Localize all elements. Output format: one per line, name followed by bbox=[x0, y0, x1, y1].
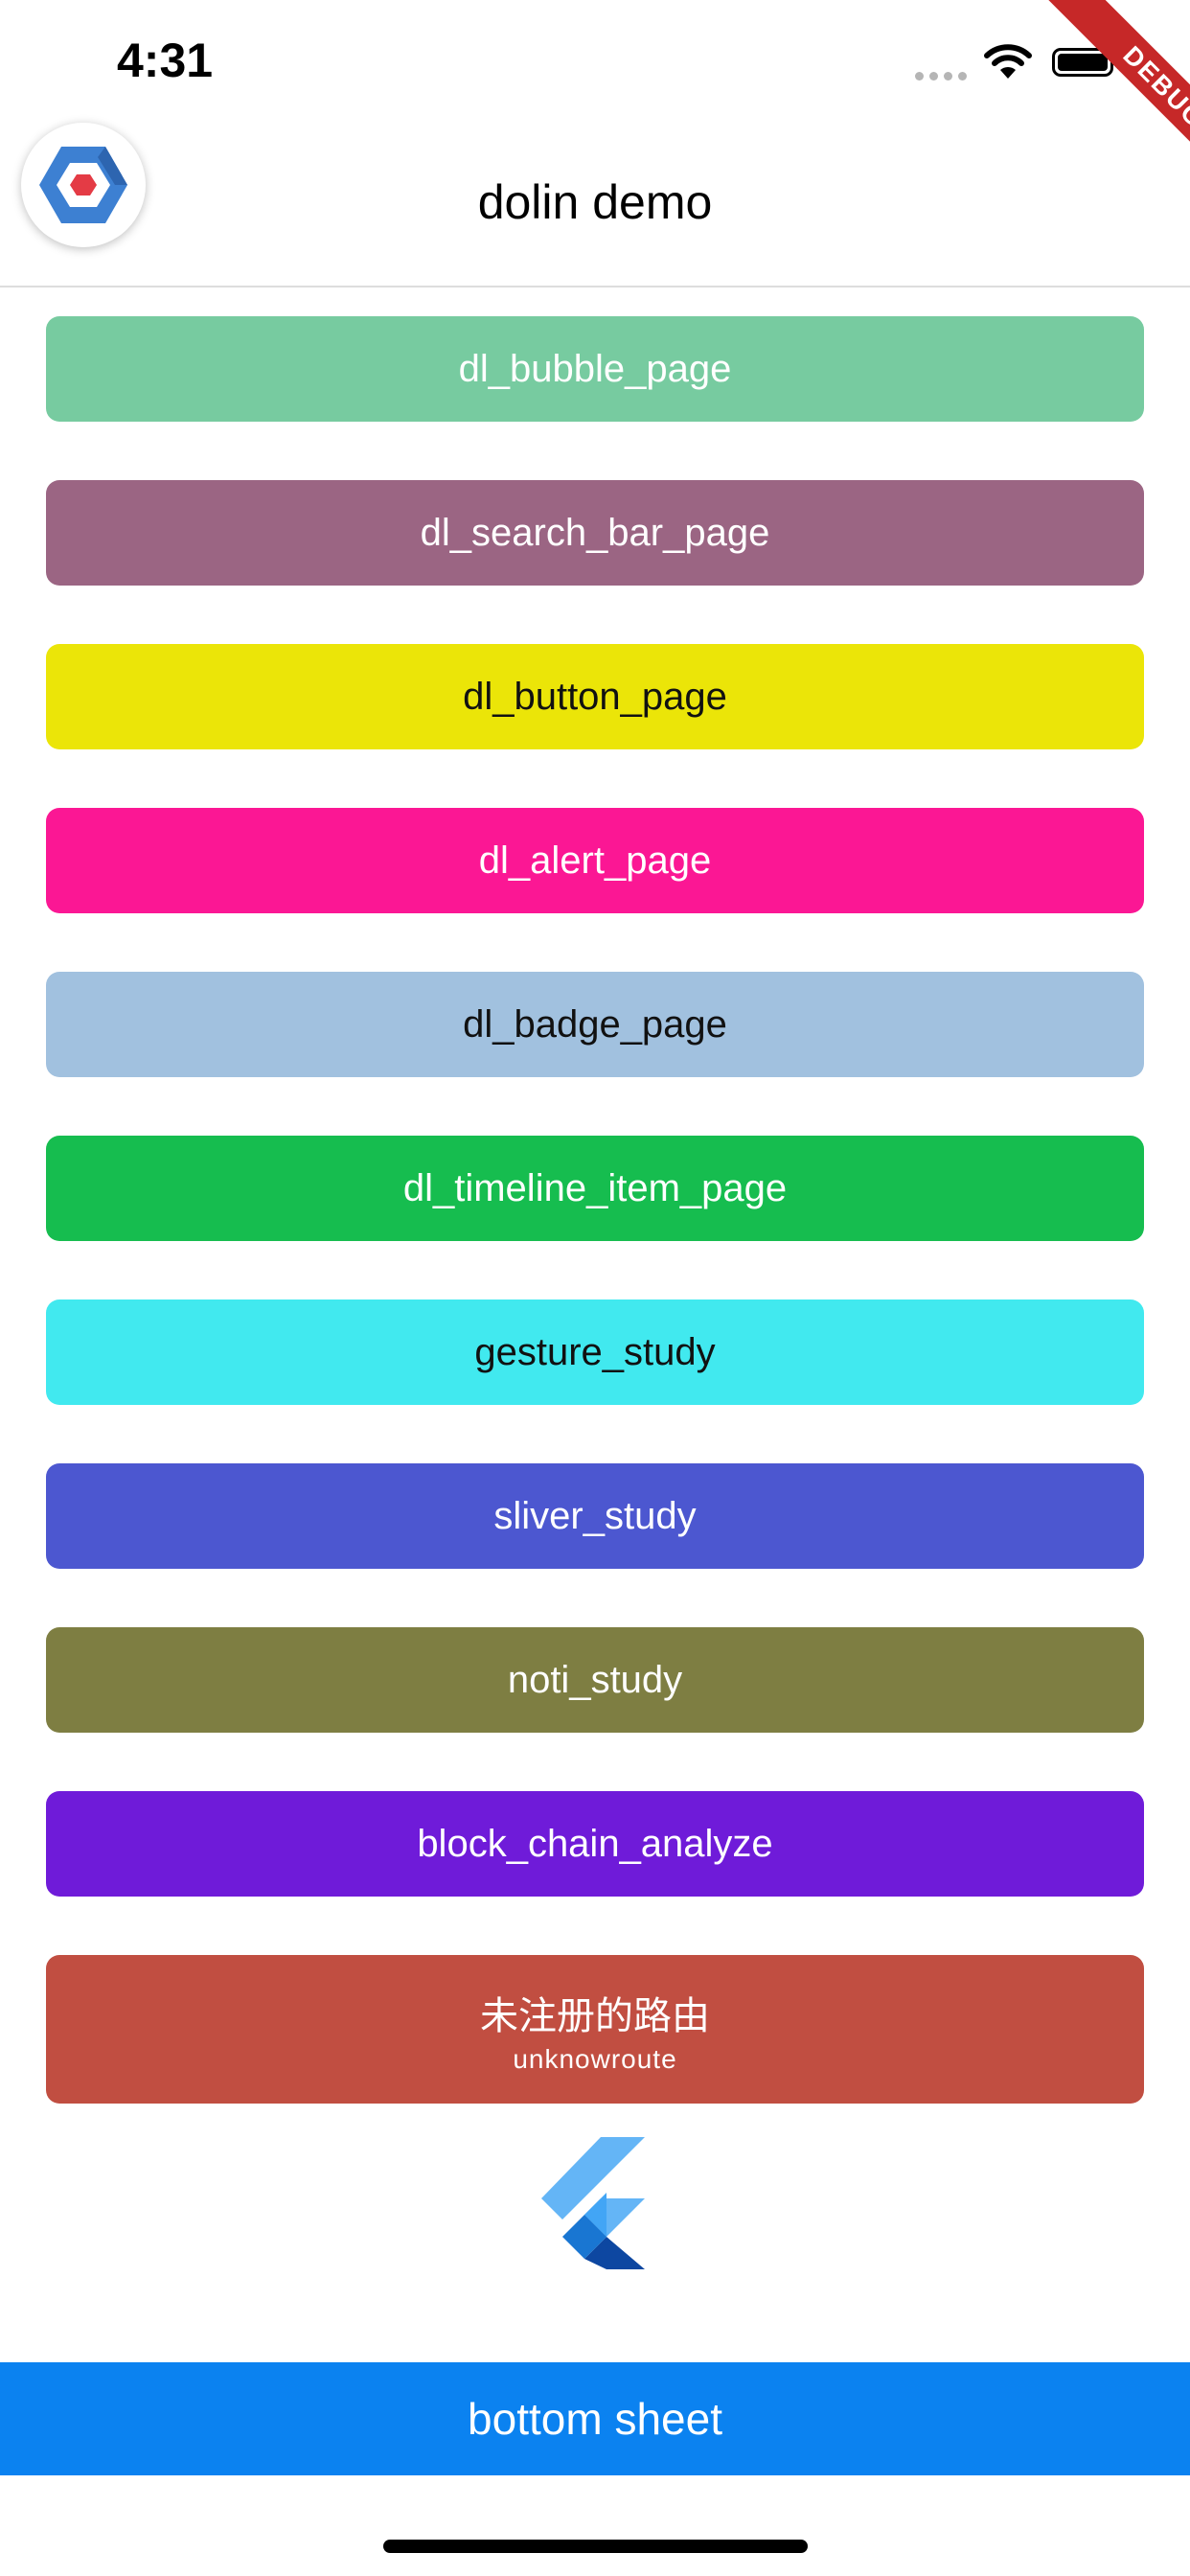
home-indicator[interactable] bbox=[383, 2540, 808, 2553]
wifi-icon bbox=[984, 44, 1032, 79]
demo-route-list: dl_bubble_page dl_search_bar_page dl_butto… bbox=[46, 316, 1144, 2162]
page-title: dolin demo bbox=[477, 175, 713, 229]
route-button-label: dl_button_page bbox=[463, 675, 727, 718]
route-button-label: dl_search_bar_page bbox=[420, 511, 770, 554]
route-button-label: gesture_study bbox=[474, 1330, 716, 1373]
route-button-dl-bubble-page[interactable]: dl_bubble_page bbox=[46, 316, 1144, 422]
route-button-sublabel: unknowroute bbox=[513, 2043, 677, 2074]
route-button-label: dl_bubble_page bbox=[458, 347, 732, 390]
route-button-dl-alert-page[interactable]: dl_alert_page bbox=[46, 808, 1144, 913]
route-button-gesture-study[interactable]: gesture_study bbox=[46, 1300, 1144, 1405]
route-button-label: dl_alert_page bbox=[478, 839, 712, 882]
flutter-logo-icon bbox=[541, 2137, 645, 2269]
route-button-label: 未注册的路由 bbox=[480, 1994, 710, 2037]
status-bar: 4:31 bbox=[0, 0, 1190, 115]
route-button-sliver-study[interactable]: sliver_study bbox=[46, 1463, 1144, 1569]
status-time: 4:31 bbox=[117, 34, 214, 87]
route-button-unknowroute[interactable]: 未注册的路由 unknowroute bbox=[46, 1955, 1144, 2104]
route-button-dl-search-bar-page[interactable]: dl_search_bar_page bbox=[46, 480, 1144, 586]
route-button-dl-badge-page[interactable]: dl_badge_page bbox=[46, 972, 1144, 1077]
route-button-dl-timeline-item-page[interactable]: dl_timeline_item_page bbox=[46, 1136, 1144, 1241]
route-button-label: sliver_study bbox=[493, 1494, 697, 1537]
app-bar: dolin demo bbox=[0, 115, 1190, 288]
bottom-sheet-button[interactable]: bottom sheet bbox=[0, 2362, 1190, 2475]
route-button-label: block_chain_analyze bbox=[417, 1822, 773, 1865]
route-button-noti-study[interactable]: noti_study bbox=[46, 1627, 1144, 1733]
cellular-signal-icon bbox=[915, 72, 967, 80]
route-button-label: noti_study bbox=[507, 1658, 683, 1701]
route-button-label: dl_badge_page bbox=[463, 1002, 727, 1046]
route-button-block-chain-analyze[interactable]: block_chain_analyze bbox=[46, 1791, 1144, 1897]
route-button-label: dl_timeline_item_page bbox=[402, 1166, 788, 1209]
route-button-dl-button-page[interactable]: dl_button_page bbox=[46, 644, 1144, 749]
